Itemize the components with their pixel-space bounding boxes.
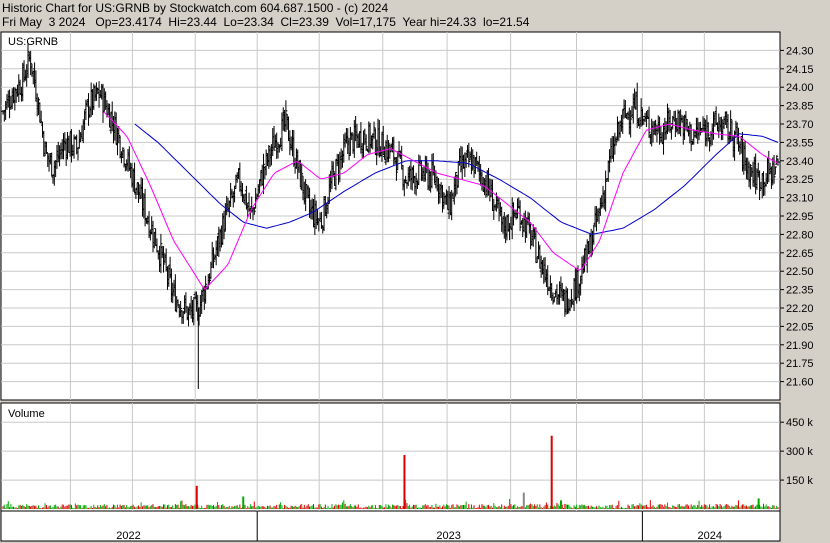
price-tick-label: 22.50 — [786, 266, 814, 278]
price-tick-label: 22.35 — [786, 285, 814, 297]
symbol-label: US:GRNB — [8, 36, 58, 48]
year-label: 2023 — [436, 530, 460, 542]
volume-tick-label: 150 k — [786, 475, 813, 487]
price-tick-label: 23.55 — [786, 137, 814, 149]
price-tick-label: 22.80 — [786, 229, 814, 241]
price-tick-label: 24.15 — [786, 64, 814, 76]
price-tick-label: 22.05 — [786, 321, 814, 333]
price-tick-label: 24.00 — [786, 82, 814, 94]
price-tick-label: 23.40 — [786, 156, 814, 168]
volume-label: Volume — [8, 408, 45, 420]
price-tick-label: 22.20 — [786, 303, 814, 315]
year-label: 2024 — [698, 530, 722, 542]
price-tick-label: 21.90 — [786, 340, 814, 352]
price-tick-label: 22.95 — [786, 211, 814, 223]
volume-tick-label: 300 k — [786, 446, 813, 458]
price-tick-label: 22.65 — [786, 248, 814, 260]
price-grid — [1, 32, 780, 400]
price-tick-label: 24.30 — [786, 45, 814, 57]
volume-axis: 450 k 300 k 150 k — [780, 417, 813, 487]
volume-panel — [0, 402, 781, 512]
price-tick-label: 21.75 — [786, 358, 814, 370]
price-axis: 24.30 24.15 24.00 23.85 23.70 23.55 23.40 23.25… — [780, 45, 814, 389]
stock-chart: 24.30 24.15 24.00 23.85 23.70 23.55 23.40 23.25… — [0, 31, 814, 542]
volume-tick-label: 450 k — [786, 417, 813, 429]
price-tick-label: 23.25 — [786, 174, 814, 186]
price-tick-label: 21.60 — [786, 377, 814, 389]
year-label: 2022 — [116, 530, 140, 542]
price-tick-label: 23.85 — [786, 101, 814, 113]
price-tick-label: 23.10 — [786, 193, 814, 205]
price-tick-label: 23.70 — [786, 119, 814, 131]
